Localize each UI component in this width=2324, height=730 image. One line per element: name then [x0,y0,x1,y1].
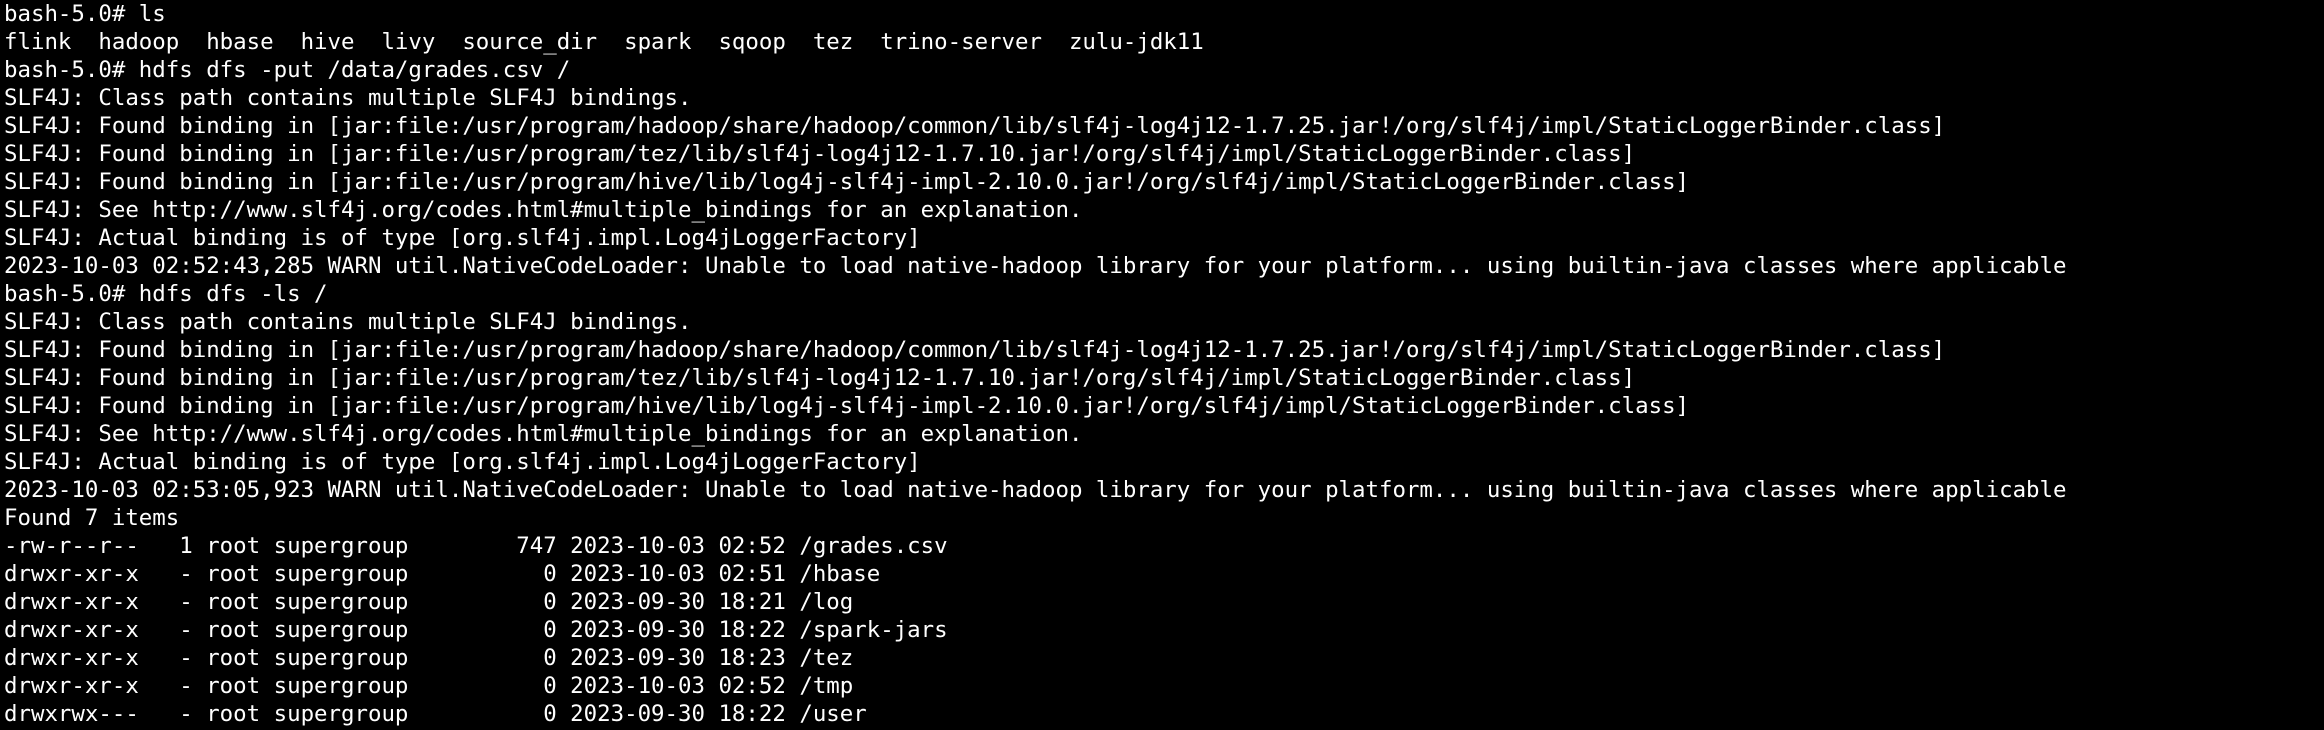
listing-row: drwxr-xr-x - root supergroup 0 2023-10-0… [4,673,854,699]
listing-row: drwxr-xr-x - root supergroup 0 2023-09-3… [4,645,854,671]
output-line: Found 7 items [4,505,180,531]
prompt-line: bash-5.0# hdfs dfs -put /data/grades.csv… [4,57,571,83]
output-line: SLF4J: See http://www.slf4j.org/codes.ht… [4,421,1083,447]
listing-row: drwxrwx--- - root supergroup 0 2023-09-3… [4,701,867,727]
prompt-line: bash-5.0# ls [4,1,166,27]
output-line: 2023-10-03 02:52:43,285 WARN util.Native… [4,253,2067,279]
listing-row: drwxr-xr-x - root supergroup 0 2023-09-3… [4,617,948,643]
output-line: SLF4J: Actual binding is of type [org.sl… [4,225,921,251]
output-line: flink hadoop hbase hive livy source_dir … [4,29,1204,55]
output-line: 2023-10-03 02:53:05,923 WARN util.Native… [4,477,2067,503]
terminal-window[interactable]: bash-5.0# ls flink hadoop hbase hive liv… [0,0,2324,730]
listing-row: drwxr-xr-x - root supergroup 0 2023-10-0… [4,561,881,587]
listing-row: -rw-r--r-- 1 root supergroup 747 2023-10… [4,533,948,559]
listing-row: drwxr-xr-x - root supergroup 0 2023-09-3… [4,589,854,615]
output-line: SLF4J: Found binding in [jar:file:/usr/p… [4,169,1690,195]
output-line: SLF4J: See http://www.slf4j.org/codes.ht… [4,197,1083,223]
output-line: SLF4J: Found binding in [jar:file:/usr/p… [4,393,1690,419]
output-line: SLF4J: Found binding in [jar:file:/usr/p… [4,141,1636,167]
prompt-line: bash-5.0# hdfs dfs -ls / [4,281,328,307]
output-line: SLF4J: Found binding in [jar:file:/usr/p… [4,113,1946,139]
output-line: SLF4J: Found binding in [jar:file:/usr/p… [4,365,1636,391]
output-line: SLF4J: Class path contains multiple SLF4… [4,309,692,335]
output-line: SLF4J: Actual binding is of type [org.sl… [4,449,921,475]
output-line: SLF4J: Found binding in [jar:file:/usr/p… [4,337,1946,363]
output-line: SLF4J: Class path contains multiple SLF4… [4,85,692,111]
